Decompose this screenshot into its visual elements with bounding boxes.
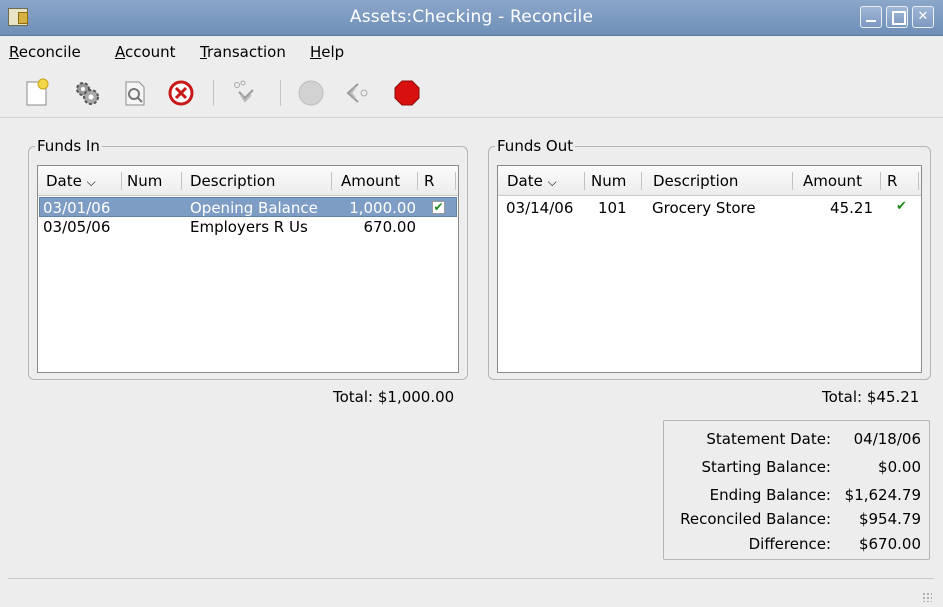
reconcile-window: Assets:Checking - Reconcile ✕ Reconcile … — [0, 0, 943, 607]
funds-in-group: Funds In Date ⌵ Num Description Amount R… — [28, 137, 468, 380]
column-r[interactable]: R — [887, 172, 897, 190]
menu-bar: Reconcile Account Transaction Help — [0, 36, 943, 66]
reconcile-summary: Statement Date: 04/18/06 Starting Balanc… — [663, 420, 930, 560]
funds-out-total: Total: $45.21 — [822, 388, 920, 406]
postpone-icon[interactable] — [342, 78, 372, 108]
row-date: 03/01/06 — [43, 199, 111, 217]
column-description[interactable]: Description — [190, 172, 275, 190]
column-date-label: Date — [507, 172, 543, 190]
funds-out-group: Funds Out Date ⌵ Num Description Amount … — [488, 137, 931, 380]
new-transaction-icon[interactable] — [22, 78, 52, 108]
funds-out-list[interactable]: Date ⌵ Num Description Amount R 03/14/06… — [497, 165, 922, 373]
balance-icon[interactable] — [229, 78, 259, 108]
menu-help[interactable]: Help — [310, 43, 344, 61]
row-date: 03/05/06 — [43, 218, 111, 236]
close-window-button[interactable]: ✕ — [912, 6, 934, 28]
row-amount: 670.00 — [363, 218, 417, 236]
row-num: 101 — [598, 199, 627, 217]
column-num[interactable]: Num — [591, 172, 626, 190]
toolbar-separator — [280, 80, 281, 106]
column-date-label: Date — [46, 172, 82, 190]
column-divider[interactable] — [181, 172, 182, 190]
menu-reconcile-mnemonic: R — [9, 43, 19, 61]
row-description: Employers R Us — [190, 218, 308, 236]
reconciled-balance-value: $954.79 — [858, 510, 921, 528]
menu-transaction-label: ransaction — [206, 43, 286, 61]
column-divider[interactable] — [641, 172, 642, 190]
column-divider[interactable] — [417, 172, 418, 190]
row-description: Opening Balance — [190, 199, 318, 217]
column-divider[interactable] — [121, 172, 122, 190]
column-r[interactable]: R — [424, 172, 434, 190]
reconciled-balance-label: Reconciled Balance: — [680, 510, 831, 528]
menu-account-mnemonic: A — [115, 43, 125, 61]
column-date[interactable]: Date ⌵ — [46, 172, 96, 190]
menu-help-label: elp — [321, 43, 345, 61]
reconciled-checkbox[interactable]: ✔ — [432, 201, 445, 214]
statement-date-label: Statement Date: — [706, 430, 831, 448]
difference-label: Difference: — [748, 535, 831, 553]
status-bar — [8, 578, 934, 604]
statement-date-value: 04/18/06 — [853, 430, 921, 448]
maximize-button[interactable] — [886, 6, 908, 28]
row-date: 03/14/06 — [506, 199, 574, 217]
menu-help-mnemonic: H — [310, 43, 322, 61]
column-num[interactable]: Num — [127, 172, 162, 190]
funds-out-header: Date ⌵ Num Description Amount R — [498, 166, 921, 196]
resize-grip-icon[interactable] — [922, 592, 932, 602]
menu-transaction[interactable]: Transaction — [200, 43, 286, 61]
table-row[interactable]: 03/05/06 Employers R Us 670.00 — [39, 217, 457, 237]
edit-account-icon[interactable] — [72, 78, 102, 108]
funds-out-label: Funds Out — [495, 137, 576, 155]
toolbar — [0, 66, 943, 118]
toolbar-separator — [213, 80, 214, 106]
funds-in-total: Total: $1,000.00 — [333, 388, 455, 406]
sort-descending-icon: ⌵ — [86, 175, 96, 189]
column-amount[interactable]: Amount — [341, 172, 400, 190]
minimize-button[interactable] — [860, 6, 882, 28]
column-divider[interactable] — [918, 172, 919, 190]
menu-transaction-mnemonic: T — [200, 43, 207, 61]
menu-account-label: ccount — [125, 43, 176, 61]
starting-balance-value: $0.00 — [878, 458, 921, 476]
column-amount[interactable]: Amount — [803, 172, 862, 190]
difference-value: $670.00 — [858, 535, 921, 553]
table-row[interactable]: 03/01/06 Opening Balance 1,000.00 ✔ — [39, 197, 457, 217]
starting-balance-label: Starting Balance: — [701, 458, 832, 476]
sort-descending-icon: ⌵ — [547, 175, 557, 189]
delete-transaction-icon[interactable] — [166, 78, 196, 108]
funds-in-header: Date ⌵ Num Description Amount R — [38, 166, 458, 196]
ending-balance-value: $1,624.79 — [844, 486, 921, 504]
row-amount: 45.21 — [830, 199, 873, 217]
title-bar[interactable]: Assets:Checking - Reconcile ✕ — [0, 0, 943, 36]
menu-reconcile[interactable]: Reconcile — [9, 43, 81, 61]
funds-in-list[interactable]: Date ⌵ Num Description Amount R 03/01/06… — [37, 165, 459, 373]
column-divider[interactable] — [880, 172, 881, 190]
menu-account[interactable]: Account — [115, 43, 176, 61]
reconciled-check-icon[interactable]: ✔ — [896, 199, 907, 214]
column-divider[interactable] — [584, 172, 585, 190]
funds-in-label: Funds In — [35, 137, 102, 155]
open-transaction-icon[interactable] — [120, 78, 150, 108]
window-title: Assets:Checking - Reconcile — [349, 7, 594, 27]
row-amount: 1,000.00 — [349, 199, 416, 217]
column-date[interactable]: Date ⌵ — [507, 172, 557, 190]
cancel-icon[interactable] — [392, 78, 422, 108]
table-row[interactable]: 03/14/06 101 Grocery Store 45.21 ✔ — [499, 198, 920, 218]
row-description: Grocery Store — [652, 199, 756, 217]
column-description[interactable]: Description — [653, 172, 738, 190]
finish-icon[interactable] — [296, 78, 326, 108]
column-divider[interactable] — [331, 172, 332, 190]
ending-balance-label: Ending Balance: — [709, 486, 831, 504]
column-divider[interactable] — [792, 172, 793, 190]
menu-reconcile-label: econcile — [18, 43, 81, 61]
column-divider[interactable] — [455, 172, 456, 190]
